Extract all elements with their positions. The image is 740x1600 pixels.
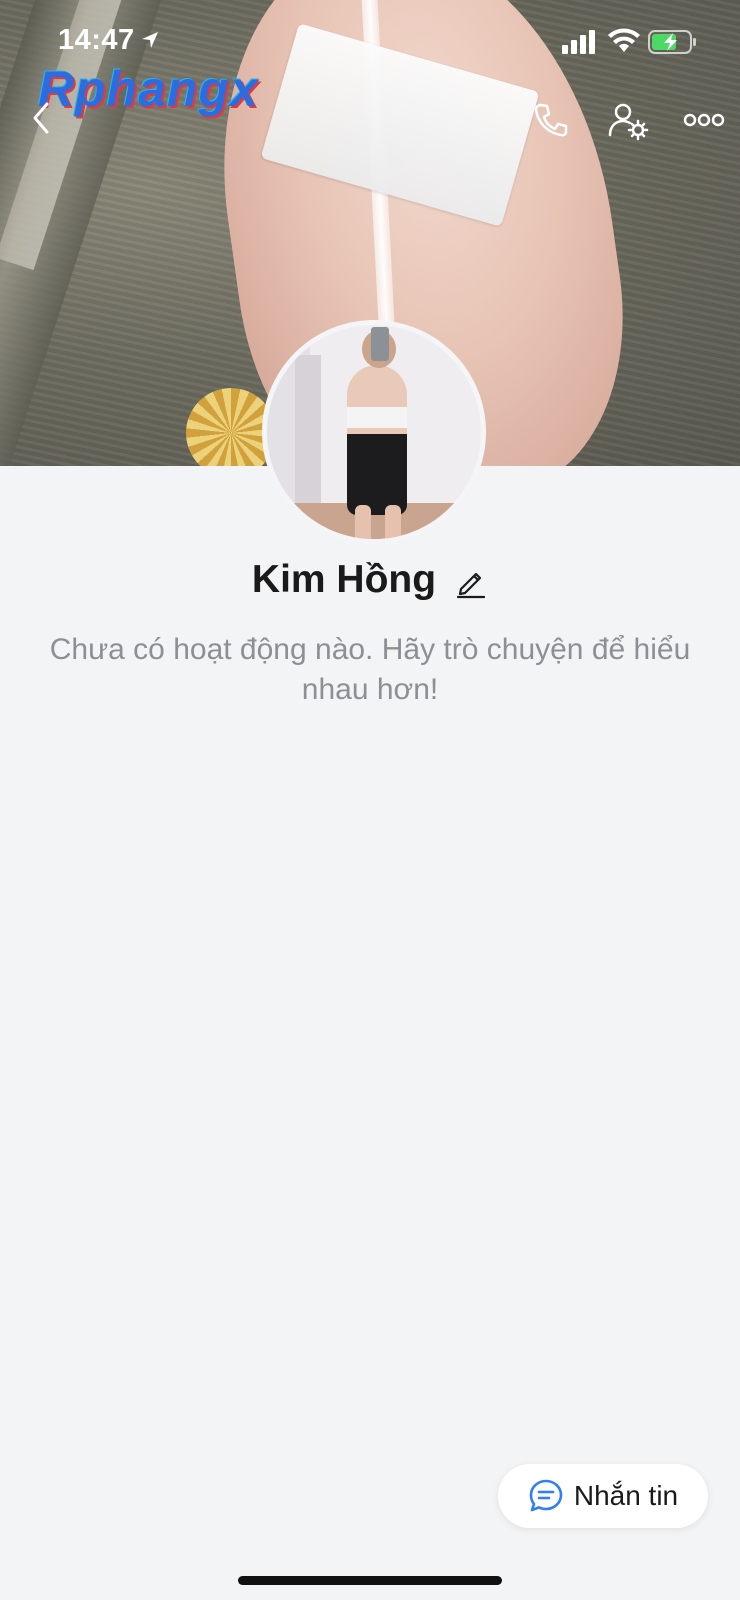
empty-activity-message: Chưa có hoạt động nào. Hãy trò chuyện để… [49,633,691,706]
battery-charging-icon [648,30,696,54]
avatar-photo-detail [355,505,371,539]
chevron-left-icon [33,102,49,134]
avatar[interactable] [262,320,486,544]
wifi-icon [608,28,640,52]
avatar-photo-detail [295,355,321,525]
profile-settings-button[interactable] [602,94,654,146]
profile-name-row: Kim Hồng [0,552,740,608]
more-horizontal-icon [683,113,725,127]
home-indicator[interactable] [238,1576,502,1585]
edit-pencil-icon[interactable] [454,565,488,599]
profile-name: Kim Hồng [251,558,437,601]
avatar-photo-detail [385,505,401,539]
send-message-label: Nhắn tin [573,1480,679,1511]
location-arrow-icon [142,32,158,48]
status-bar: 14:47 [0,0,740,80]
status-time: 14:47 [58,24,135,56]
avatar-photo-detail [371,327,389,361]
user-settings-icon [608,103,649,141]
phone-icon [534,103,568,137]
more-options-button[interactable] [678,94,730,146]
back-button[interactable] [16,92,68,144]
cellular-signal-icon [562,30,595,54]
avatar-photo-detail [347,365,407,515]
send-message-button[interactable]: Nhắn tin [498,1464,708,1528]
chat-bubble-icon [529,1479,563,1512]
call-button[interactable] [525,94,577,146]
